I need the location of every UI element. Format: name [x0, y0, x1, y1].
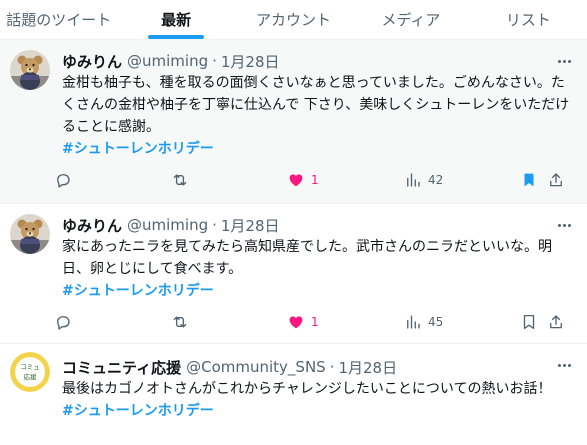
views-button[interactable]: 42 [404, 166, 443, 194]
tab-label: アカウント [256, 11, 332, 29]
display-name[interactable]: コミュニティ応援 [62, 357, 181, 378]
like-count: 1 [311, 173, 319, 187]
timestamp[interactable]: 1月28日 [338, 357, 397, 378]
svg-text:応援: 応援 [24, 372, 38, 381]
hashtag-link[interactable]: #シュトーレンホリデー [62, 280, 575, 302]
reply-button[interactable] [54, 166, 72, 194]
display-name[interactable]: ゆみりん [62, 51, 122, 72]
more-options-icon[interactable] [553, 216, 575, 234]
tab-latest[interactable]: 最新 [117, 0, 234, 39]
tweet-body: 金柑も柚子も、種を取るの面倒くさいなぁと思っていました。ごめんなさい。たくさんの… [62, 75, 570, 135]
tweet-header: ゆみりん @umiming · 1月28日 [62, 215, 543, 235]
avatar[interactable]: コミュ 応援 [10, 352, 50, 392]
retweet-icon [173, 316, 187, 328]
like-button[interactable]: 1 [287, 166, 319, 194]
tweet-header: ゆみりん @umiming · 1月28日 [62, 51, 543, 71]
views-button[interactable]: 45 [404, 308, 443, 336]
tweet-actions: 1 45 [54, 308, 579, 336]
timestamp[interactable]: 1月28日 [221, 51, 280, 72]
analytics-icon [407, 173, 420, 187]
retweet-button[interactable] [171, 308, 189, 336]
tab-label: メディア [381, 11, 441, 29]
view-count: 45 [428, 315, 444, 329]
user-handle[interactable]: @Community_SNS [186, 358, 326, 376]
tweet-text: 最後はカゴノオトさんがこれからチャレンジしたいことについての熱いお話！ #シュト… [62, 378, 575, 422]
tweet[interactable]: ゆみりん @umiming · 1月28日 金柑も柚子も、種を取るの面倒くさいな… [0, 40, 587, 204]
heart-filled-icon [289, 174, 303, 187]
share-icon [550, 173, 562, 187]
svg-text:コミュ: コミュ [20, 363, 40, 371]
avatar[interactable] [10, 50, 50, 90]
tweet[interactable]: コミュ 応援 コミュニティ応援 @Community_SNS · 1月28日 最… [0, 344, 587, 445]
bookmark-button[interactable] [520, 166, 538, 194]
active-tab-indicator [148, 35, 205, 39]
tweet-body: 最後はカゴノオトさんがこれからチャレンジしたいことについての熱いお話！ [62, 381, 552, 397]
tab-accounts[interactable]: アカウント [235, 0, 352, 39]
separator-dot: · [329, 358, 335, 376]
reply-button[interactable] [54, 308, 72, 336]
tweet[interactable]: ゆみりん @umiming · 1月28日 家にあったニラを見てみたら高知県産で… [0, 204, 587, 344]
tweet-text: 金柑も柚子も、種を取るの面倒くさいなぁと思っていました。ごめんなさい。たくさんの… [62, 72, 575, 160]
separator-dot: · [212, 216, 217, 234]
tweet-text: 家にあったニラを見てみたら高知県産でした。武市さんのニラだといいな。明日、卵とじ… [62, 236, 575, 302]
analytics-icon [407, 315, 420, 329]
heart-filled-icon [289, 316, 303, 329]
bookmark-icon [523, 314, 535, 330]
tweet-actions: 1 42 [54, 166, 579, 194]
tab-media[interactable]: メディア [352, 0, 469, 39]
tweet-header: コミュニティ応援 @Community_SNS · 1月28日 [62, 357, 543, 377]
like-count: 1 [311, 315, 319, 329]
more-options-icon[interactable] [553, 356, 575, 374]
community-logo-icon: コミュ 応援 [10, 352, 50, 392]
avatar[interactable] [10, 214, 50, 254]
reply-icon [57, 316, 70, 330]
tweet-body: 家にあったニラを見てみたら高知県産でした。武市さんのニラだといいな。明日、卵とじ… [62, 239, 552, 277]
share-icon [550, 315, 562, 329]
share-button[interactable] [547, 166, 565, 194]
display-name[interactable]: ゆみりん [62, 215, 122, 236]
hashtag-link[interactable]: #シュトーレンホリデー [62, 400, 575, 422]
share-button[interactable] [547, 308, 565, 336]
bookmark-filled-icon [524, 173, 534, 187]
teddy-bear-icon [10, 214, 50, 254]
separator-dot: · [212, 52, 217, 70]
tab-label: リスト [505, 11, 551, 29]
timestamp[interactable]: 1月28日 [221, 215, 280, 236]
tab-label: 話題のツイート [6, 11, 112, 29]
bookmark-button[interactable] [520, 308, 538, 336]
tab-trending[interactable]: 話題のツイート [0, 0, 117, 39]
user-handle[interactable]: @umiming [127, 216, 208, 234]
retweet-icon [173, 174, 187, 186]
user-handle[interactable]: @umiming [127, 52, 208, 70]
more-options-icon[interactable] [553, 52, 575, 70]
teddy-bear-icon [10, 50, 50, 90]
reply-icon [57, 174, 70, 188]
view-count: 42 [428, 173, 444, 187]
tab-bar: 話題のツイート 最新 アカウント メディア リスト [0, 0, 587, 40]
hashtag-link[interactable]: #シュトーレンホリデー [62, 138, 575, 160]
tab-label: 最新 [161, 11, 192, 29]
like-button[interactable]: 1 [287, 308, 319, 336]
tab-lists[interactable]: リスト [470, 0, 587, 39]
retweet-button[interactable] [171, 166, 189, 194]
